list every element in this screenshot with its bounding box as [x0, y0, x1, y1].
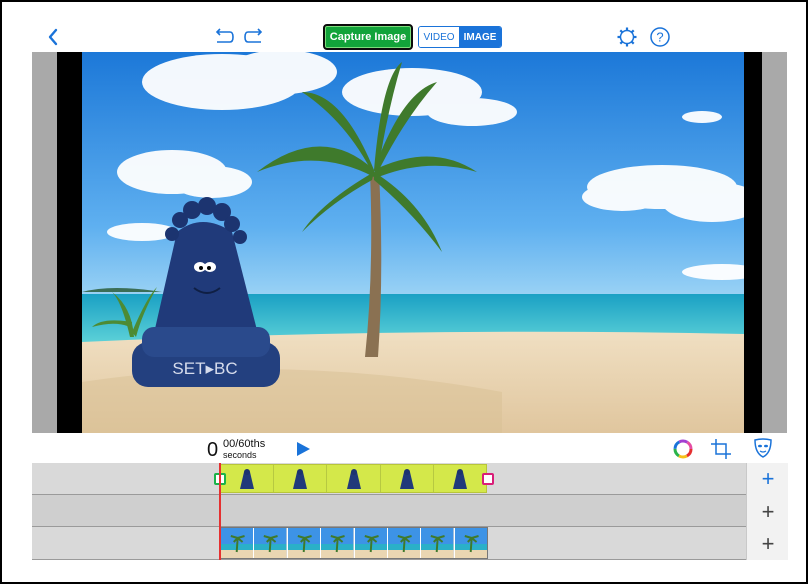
undo-icon[interactable] [210, 24, 236, 50]
track-add-column: + + + [746, 463, 788, 560]
beach-scene-image: SET▸BC [82, 52, 744, 433]
redo-icon[interactable] [242, 24, 268, 50]
capture-image-button[interactable]: Capture Image [323, 24, 413, 50]
timeline-track-background[interactable] [32, 527, 746, 560]
clip-frame [287, 528, 322, 558]
play-icon[interactable] [295, 441, 311, 457]
mode-toggle[interactable]: VIDEO IMAGE [418, 26, 502, 48]
timeline-track-character[interactable] [32, 463, 746, 495]
preview-stage: SET▸BC [32, 52, 787, 433]
timeline [32, 463, 746, 560]
preview-canvas: SET▸BC [57, 52, 762, 433]
clip-frame [321, 528, 355, 558]
time-whole-seconds: 0 [207, 439, 219, 461]
setbc-watermark: SET▸BC [172, 359, 237, 378]
clip-frame [421, 528, 455, 558]
time-unit-label: seconds [223, 450, 257, 460]
help-icon[interactable]: ? [647, 24, 673, 50]
add-background-track-plus-icon[interactable]: + [759, 533, 777, 555]
mask-icon[interactable] [752, 437, 774, 459]
clip-frame [387, 528, 422, 558]
top-toolbar: Capture Image VIDEO IMAGE ? [2, 2, 806, 52]
svg-text:?: ? [656, 30, 663, 45]
crop-icon[interactable] [710, 438, 732, 460]
clip-frame [454, 528, 487, 558]
clip-frame [354, 528, 388, 558]
mode-image-tab[interactable]: IMAGE [459, 27, 501, 47]
back-chevron-icon[interactable] [40, 24, 66, 50]
timeline-track-empty[interactable] [32, 495, 746, 527]
clip-end-handle[interactable] [482, 473, 494, 485]
background-clip[interactable] [220, 527, 488, 559]
color-wheel-icon[interactable] [673, 439, 693, 459]
clip-frame [434, 465, 486, 492]
clip-frame [381, 465, 434, 492]
clip-frame [221, 465, 275, 492]
clip-frame [254, 528, 288, 558]
character-clip[interactable] [220, 464, 487, 493]
time-fraction: 00/60ths [223, 438, 266, 450]
add-track-plus-icon[interactable]: + [759, 501, 777, 523]
gear-icon[interactable] [614, 24, 640, 50]
clip-frame [221, 528, 255, 558]
clip-frame [274, 465, 328, 492]
mode-video-tab[interactable]: VIDEO [419, 27, 459, 47]
playhead[interactable] [219, 463, 221, 560]
add-character-track-plus-icon[interactable]: + [759, 468, 777, 490]
clip-frame [327, 465, 381, 492]
playback-row: 0 00/60ths seconds [32, 433, 787, 463]
